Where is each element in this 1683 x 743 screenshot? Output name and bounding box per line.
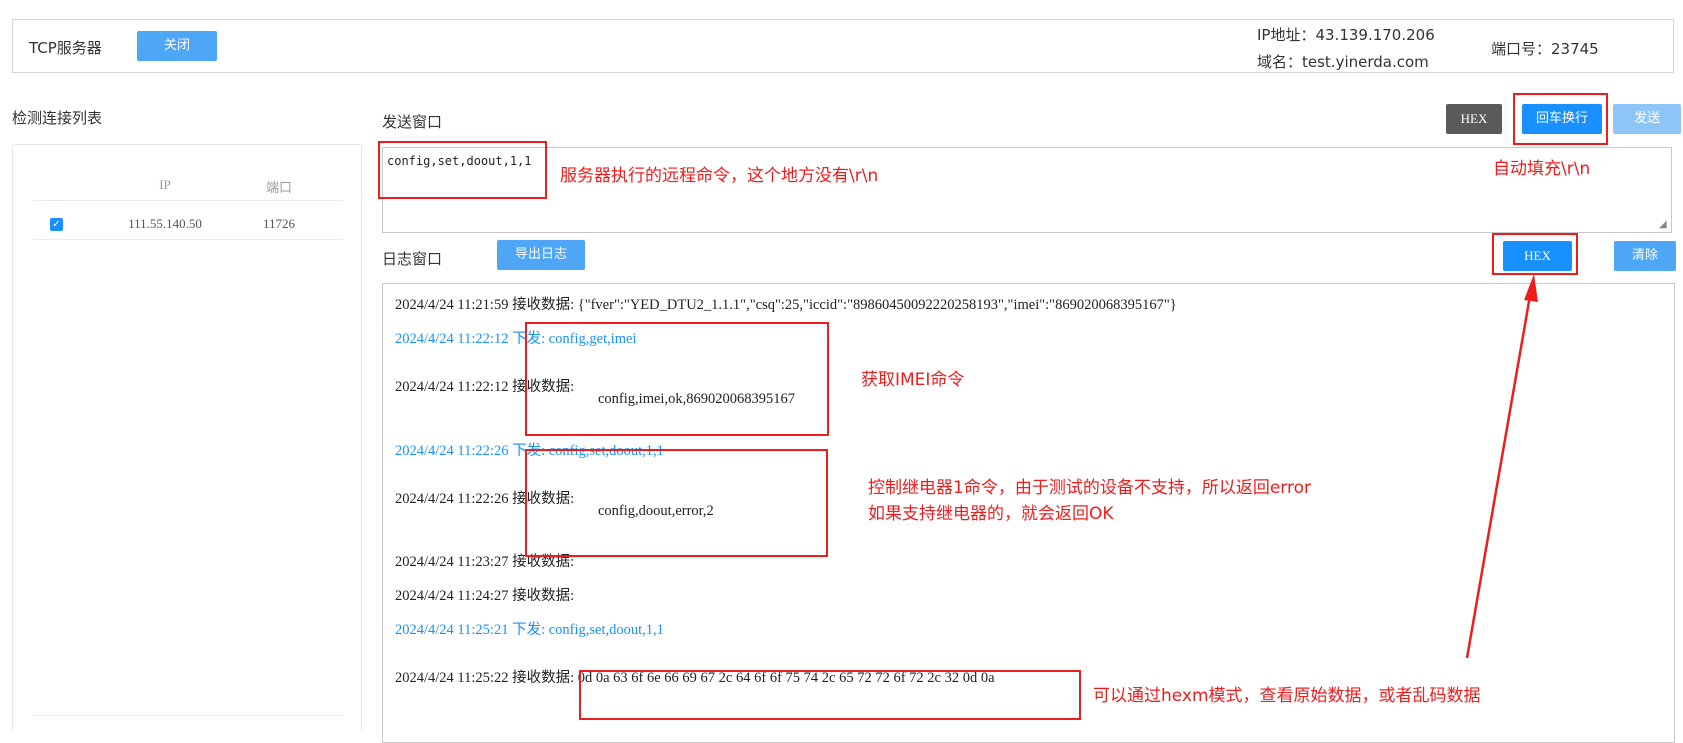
annotation-box-send-input [378,141,547,199]
annotation-hex-mode: 可以通过hexm模式，查看原始数据，或者乱码数据 [1093,686,1481,706]
send-textarea[interactable]: config,set,doout,1,1 ◢ [382,147,1672,233]
ip-address-text: IP地址：43.139.170.206 [1257,26,1435,44]
log-entry: 2024/4/24 11:24:27 接收数据: [395,588,575,604]
checkbox-checked-icon[interactable]: ✓ [50,218,63,231]
send-window-title: 发送窗口 [382,113,443,131]
log-window-title: 日志窗口 [382,250,443,268]
domain-text: 域名：test.yinerda.com [1257,53,1429,71]
clear-log-button[interactable]: 清除 [1614,241,1676,271]
resize-grip-icon[interactable]: ◢ [1659,220,1669,230]
footer-divider [33,715,343,716]
export-log-button[interactable]: 导出日志 [497,240,585,270]
server-header: TCP服务器 关闭 IP地址：43.139.170.206 域名：test.yi… [12,19,1674,73]
annotation-remote-cmd: 服务器执行的远程命令，这个地方没有\r\n [560,166,879,186]
connection-list-title: 检测连接列表 [12,109,103,127]
port-text: 端口号：23745 [1491,40,1599,58]
column-header-port: 端口 [265,181,292,196]
annotation-box-relay [525,449,828,557]
annotation-relay-line1: 控制继电器1命令，由于测试的设备不支持，所以返回error [868,478,1311,498]
send-button[interactable]: 发送 [1613,104,1681,134]
connection-ip: 111.55.140.50 [128,216,202,231]
annotation-auto-fill: 自动填充\r\n [1493,159,1591,179]
annotation-box-hex-data [579,670,1081,720]
annotation-get-imei: 获取IMEI命令 [861,370,965,390]
header-divider [33,200,343,201]
annotation-box-crlf [1513,93,1608,145]
connection-port: 11726 [262,216,296,231]
annotation-box-imei [525,322,829,436]
log-entry-sent: 2024/4/24 11:25:21 下发: config,set,doout,… [395,622,664,638]
row-divider [33,239,343,240]
connection-list-panel: IP 端口 ✓ 111.55.140.50 11726 [12,144,362,731]
annotation-box-hex [1492,233,1578,275]
column-header-ip: IP [159,177,171,192]
log-entry: 2024/4/24 11:21:59 接收数据: {"fver":"YED_DT… [395,297,1177,313]
send-hex-toggle-button[interactable]: HEX [1446,104,1502,134]
header-title: TCP服务器 [29,39,102,57]
close-server-button[interactable]: 关闭 [137,31,217,61]
annotation-relay-line2: 如果支持继电器的，就会返回OK [868,504,1114,524]
